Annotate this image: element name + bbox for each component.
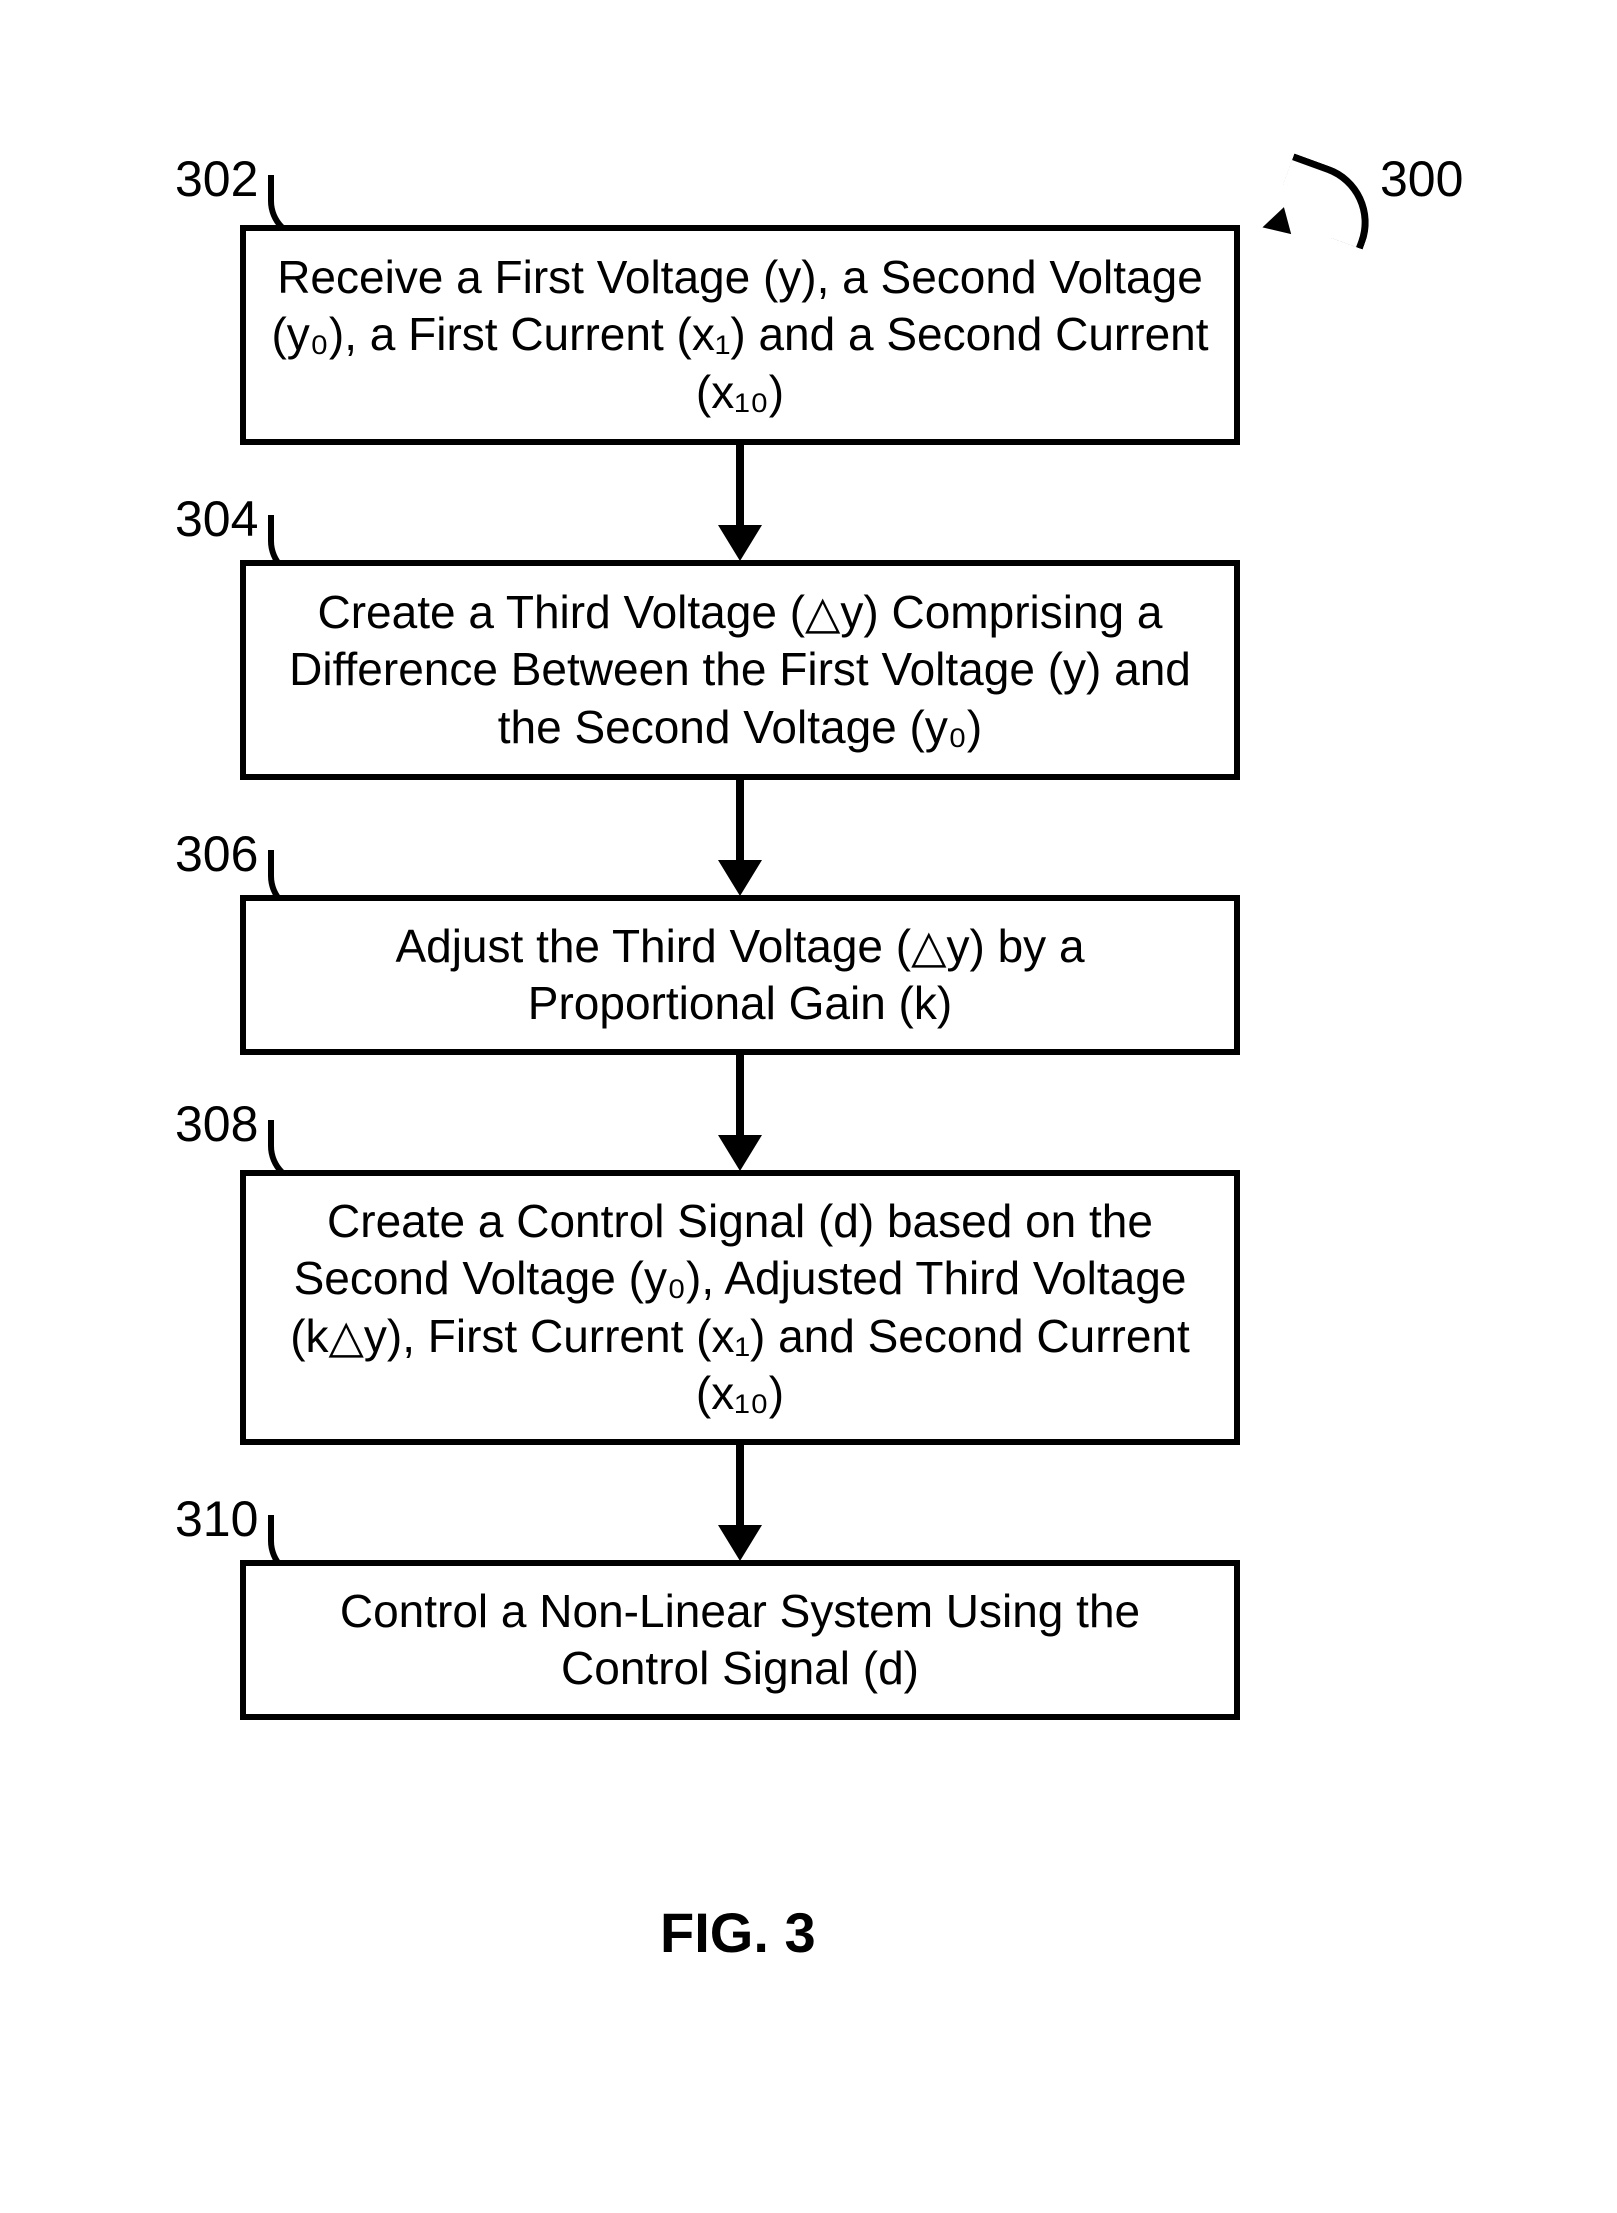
step-text-308: Create a Control Signal (d) based on the… xyxy=(266,1193,1214,1423)
step-text-310: Control a Non-Linear System Using the Co… xyxy=(266,1583,1214,1698)
arrow-302-304-stem xyxy=(736,445,744,530)
step-box-304: Create a Third Voltage (△y) Comprising a… xyxy=(240,560,1240,780)
ref-300: 300 xyxy=(1380,150,1463,208)
step-text-302: Receive a First Voltage (y), a Second Vo… xyxy=(266,249,1214,422)
arrow-306-308-head xyxy=(718,1135,762,1171)
step-box-302: Receive a First Voltage (y), a Second Vo… xyxy=(240,225,1240,445)
step-box-308: Create a Control Signal (d) based on the… xyxy=(240,1170,1240,1445)
ref-300-arrowhook xyxy=(1271,153,1385,249)
arrow-302-304-head xyxy=(718,525,762,561)
ref-308: 308 xyxy=(175,1095,258,1153)
figure-label: FIG. 3 xyxy=(660,1900,816,1965)
page: 300 302 Receive a First Voltage (y), a S… xyxy=(0,0,1617,2213)
ref-306: 306 xyxy=(175,825,258,883)
arrow-308-310-stem xyxy=(736,1445,744,1530)
step-text-306: Adjust the Third Voltage (△y) by a Propo… xyxy=(266,918,1214,1033)
step-box-306: Adjust the Third Voltage (△y) by a Propo… xyxy=(240,895,1240,1055)
arrow-306-308-stem xyxy=(736,1055,744,1140)
arrow-304-306-head xyxy=(718,860,762,896)
arrow-308-310-head xyxy=(718,1525,762,1561)
ref-304: 304 xyxy=(175,490,258,548)
ref-310: 310 xyxy=(175,1490,258,1548)
step-box-310: Control a Non-Linear System Using the Co… xyxy=(240,1560,1240,1720)
arrow-304-306-stem xyxy=(736,780,744,865)
step-text-304: Create a Third Voltage (△y) Comprising a… xyxy=(266,584,1214,757)
ref-302: 302 xyxy=(175,150,258,208)
